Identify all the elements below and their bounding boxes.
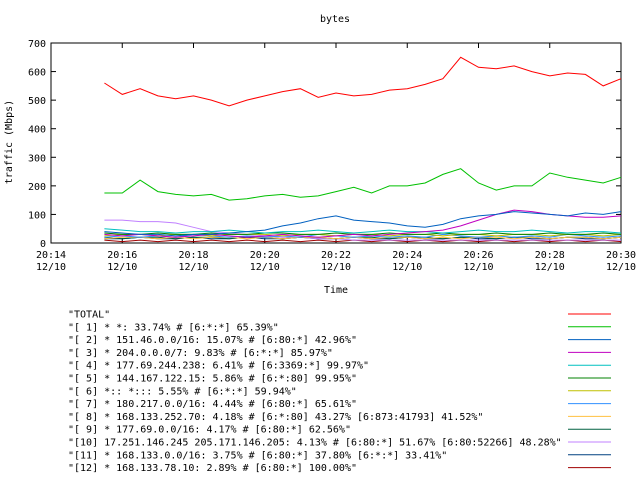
x-tick-date-label: 12/10 [392,262,422,273]
x-tick-date-label: 12/10 [535,262,565,273]
x-tick-time-label: 20:26 [463,250,493,261]
x-tick-time-label: 20:16 [107,250,137,261]
x-tick-time-label: 20:30 [606,250,636,261]
y-tick-label: 200 [28,182,46,193]
x-tick-time-label: 20:24 [392,250,422,261]
x-tick-date-label: 12/10 [107,262,137,273]
y-tick-label: 300 [28,153,46,164]
x-tick-time-label: 20:18 [178,250,208,261]
x-axis-label: Time [324,285,348,296]
x-tick-date-label: 12/10 [36,262,66,273]
series-line [104,56,622,107]
x-tick-time-label: 20:14 [36,250,66,261]
chart-title: bytes [320,14,350,25]
y-tick-label: 0 [40,239,46,250]
x-tick-date-label: 12/10 [606,262,636,273]
x-tick-time-label: 20:28 [535,250,565,261]
y-tick-label: 500 [28,96,46,107]
series-line [104,168,622,201]
y-tick-label: 400 [28,125,46,136]
x-tick-date-label: 12/10 [250,262,280,273]
traffic-chart: bytes traffic (Mbps) Time 0 100 200 300 400 5… [4,14,636,296]
series-line [104,232,622,235]
x-tick-date-label: 12/10 [178,262,208,273]
x-tick-date-label: 12/10 [321,262,351,273]
y-axis-label: traffic (Mbps) [4,100,15,184]
series-line [104,228,622,234]
x-tick-time-label: 20:22 [321,250,351,261]
x-tick-date-label: 12/10 [463,262,493,273]
x-tick-time-label: 20:20 [250,250,280,261]
y-tick-label: 100 [28,210,46,221]
y-tick-label: 600 [28,68,46,79]
y-tick-label: 700 [28,39,46,50]
